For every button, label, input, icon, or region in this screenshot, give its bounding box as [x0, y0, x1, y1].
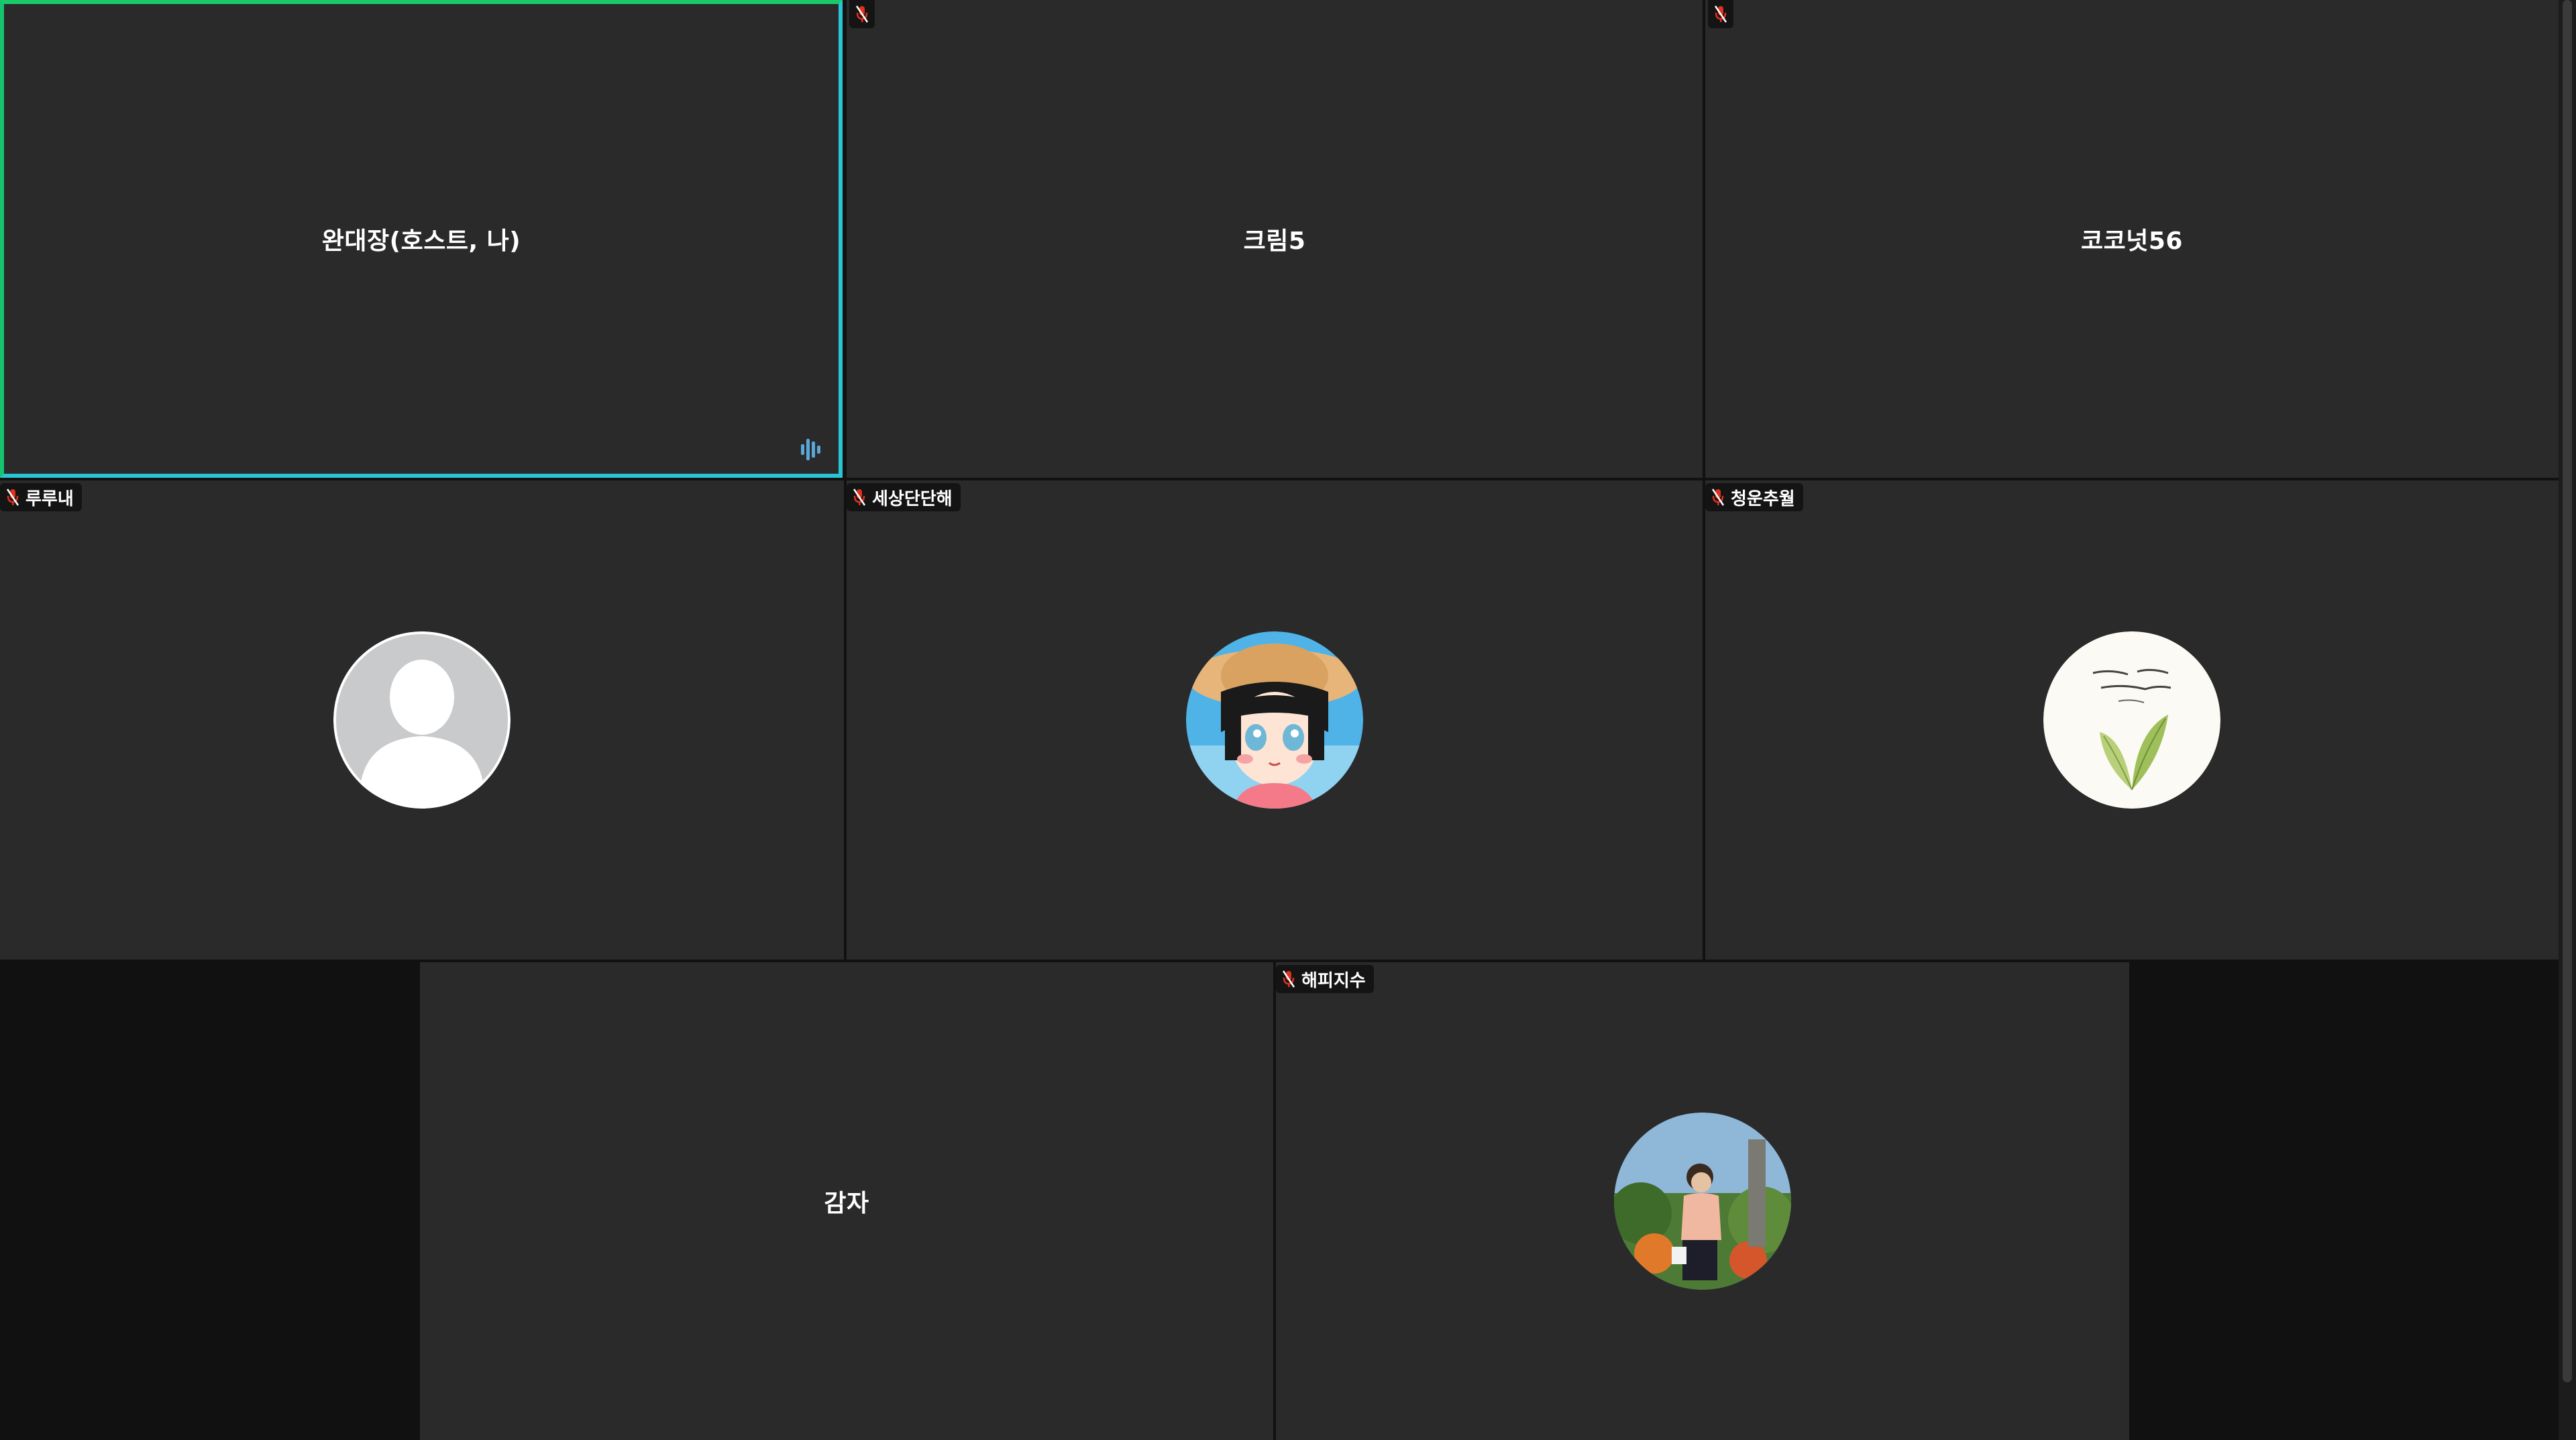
speaking-indicator-icon — [801, 439, 820, 460]
participant-name: 루루내 — [25, 488, 74, 509]
video-tile[interactable]: 크림5 — [847, 0, 1703, 478]
name-tag — [849, 0, 875, 28]
participant-name: 청운추월 — [1731, 488, 1795, 509]
muted-mic-icon — [1282, 970, 1295, 988]
muted-mic-icon — [1711, 488, 1725, 506]
name-tag: 청운추월 — [1705, 483, 1803, 511]
name-tag — [1708, 0, 1733, 28]
name-tag: 루루내 — [0, 483, 82, 511]
video-tile[interactable]: 해피지수 — [1276, 962, 2129, 1440]
participant-name: 코코넛56 — [2081, 227, 2183, 255]
video-tile[interactable]: 코코넛56 — [1705, 0, 2559, 478]
video-tile[interactable]: 루루내 — [0, 480, 844, 960]
participant-name: 해피지수 — [1301, 970, 1366, 991]
video-tile[interactable]: 청운추월 — [1705, 480, 2559, 960]
muted-mic-icon — [6, 488, 19, 506]
video-grid: 완대장(호스트, 나) 크림5 코코넛56 루루내 세상단단해 청운추월 감자 … — [0, 0, 2576, 1440]
name-tag: 해피지수 — [1276, 965, 1374, 993]
participant-name: 크림5 — [1243, 227, 1306, 255]
participant-name: 완대장(호스트, 나) — [321, 227, 521, 255]
cartoon-girl-avatar-icon — [1186, 631, 1363, 809]
name-tag: 세상단단해 — [847, 483, 961, 511]
muted-mic-icon — [1714, 5, 1727, 23]
participant-name: 감자 — [824, 1190, 869, 1217]
muted-mic-icon — [855, 5, 869, 23]
muted-mic-icon — [853, 488, 866, 506]
scrollbar-thumb[interactable] — [2563, 0, 2572, 1382]
scrollbar[interactable] — [2559, 0, 2576, 1440]
leaf-calligraphy-avatar-icon — [2043, 631, 2220, 809]
photo-woman-avatar-icon — [1614, 1113, 1791, 1290]
video-tile[interactable]: 감자 — [420, 962, 1273, 1440]
participant-name: 세상단단해 — [872, 488, 953, 509]
video-tile[interactable]: 세상단단해 — [847, 480, 1703, 960]
default-person-avatar-icon — [333, 631, 511, 809]
video-tile-host[interactable]: 완대장(호스트, 나) — [0, 0, 843, 478]
